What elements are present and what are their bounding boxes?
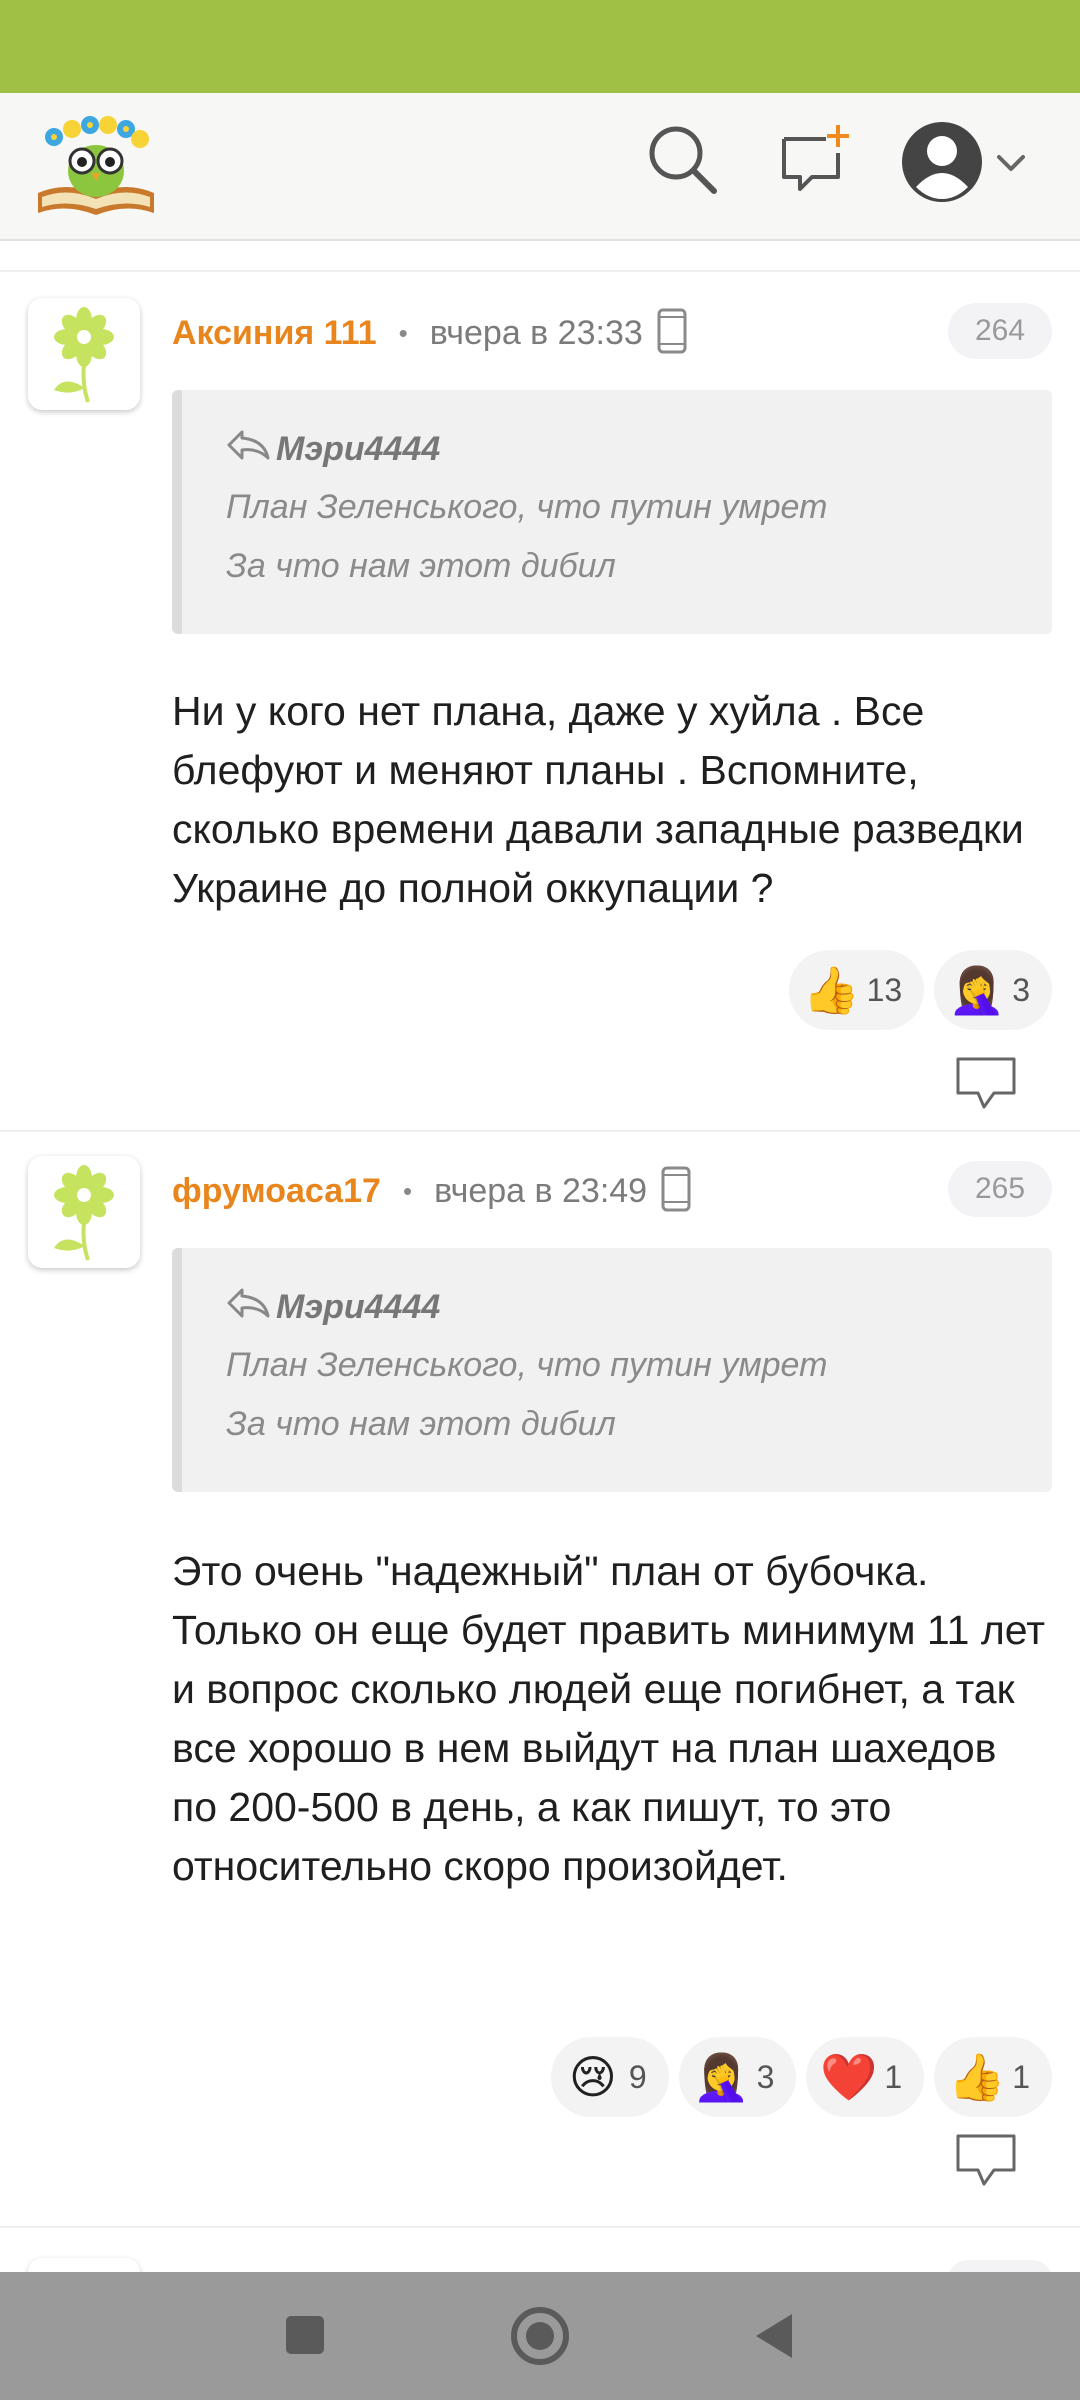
mobile-device-icon xyxy=(657,308,687,359)
reactions-bar: 😢 9 🤦‍♀️ 3 ❤️ 1 👍 1 xyxy=(550,2037,1052,2117)
site-logo[interactable] xyxy=(32,107,160,225)
app-header xyxy=(0,93,1080,241)
meta-separator: • xyxy=(402,1175,413,1206)
facepalm-icon: 🤦‍♀️ xyxy=(948,962,1006,1017)
reactions-bar: 👍 13 🤦‍♀️ 3 xyxy=(788,950,1052,1030)
quote-line: План Зеленського, что путин умрет xyxy=(226,488,828,526)
crying-face-icon: 😢 xyxy=(568,2050,617,2104)
quote-line: План Зеленського, что путин умрет xyxy=(226,1346,828,1384)
comment: фрумоаса17 • вчера в 23:49 265 Мэри4444 … xyxy=(0,1132,1080,2228)
reaction-count: 1 xyxy=(884,2058,903,2095)
quote-block[interactable]: Мэри4444 План Зеленського, что путин умр… xyxy=(172,1248,1052,1492)
home-icon[interactable] xyxy=(510,2304,570,2373)
reaction-heart[interactable]: ❤️ 1 xyxy=(806,2037,925,2117)
reaction-count: 3 xyxy=(756,2058,775,2095)
back-icon[interactable] xyxy=(752,2306,796,2371)
quote-author: Мэри4444 xyxy=(276,430,441,468)
recent-apps-icon[interactable] xyxy=(284,2306,328,2371)
comment-meta: фрумоаса17 • вчера в 23:49 xyxy=(172,1166,691,1216)
thumbs-up-icon: 👍 xyxy=(802,962,860,1017)
search-icon[interactable] xyxy=(646,123,720,197)
quote-author: Мэри4444 xyxy=(276,1288,441,1326)
thumbs-up-icon: 👍 xyxy=(948,2049,1006,2104)
reaction-facepalm[interactable]: 🤦‍♀️ 3 xyxy=(678,2037,797,2117)
facepalm-icon: 🤦‍♀️ xyxy=(692,2049,750,2104)
reply-comment-icon[interactable] xyxy=(954,1055,1018,1111)
heart-icon: ❤️ xyxy=(820,2049,878,2104)
comment-meta: Аксиния 111 • вчера в 23:33 xyxy=(172,308,687,358)
comment-author[interactable]: фрумоаса17 xyxy=(172,1172,381,1211)
reaction-count: 3 xyxy=(1012,971,1030,1008)
comment-number[interactable]: 265 xyxy=(948,1161,1052,1217)
reaction-thumbs-up[interactable]: 👍 13 xyxy=(788,950,925,1030)
reply-arrow-icon xyxy=(226,1286,276,1329)
reaction-crying[interactable]: 😢 9 xyxy=(550,2037,669,2117)
comment-text: Ни у кого нет плана, даже у хуйла . Все … xyxy=(172,688,1024,911)
meta-separator: • xyxy=(398,317,408,348)
status-bar xyxy=(0,0,1080,93)
comment-time[interactable]: вчера в 23:49 xyxy=(434,1172,647,1211)
quote-author-row: Мэри4444 xyxy=(226,428,440,471)
user-avatar[interactable] xyxy=(28,1156,140,1268)
new-topic-icon[interactable] xyxy=(778,123,852,197)
user-avatar[interactable] xyxy=(28,298,140,410)
comment-text: Это очень "надежный" план от бубочка. То… xyxy=(172,1548,1045,1889)
user-menu-button[interactable] xyxy=(900,117,1035,207)
next-comment-peek xyxy=(0,2254,1080,2272)
system-nav-bar xyxy=(0,2272,1080,2400)
quote-block[interactable]: Мэри4444 План Зеленського, что путин умр… xyxy=(172,390,1052,634)
comment-number[interactable]: 264 xyxy=(948,303,1052,359)
reaction-count: 9 xyxy=(628,2058,647,2095)
reaction-facepalm[interactable]: 🤦‍♀️ 3 xyxy=(934,950,1052,1030)
quote-line: За что нам этот дибил xyxy=(226,547,616,585)
quote-line: За что нам этот дибил xyxy=(226,1405,616,1443)
comment: Аксиния 111 • вчера в 23:33 264 Мэри4444… xyxy=(0,272,1080,1132)
reply-comment-icon[interactable] xyxy=(954,2132,1018,2188)
reaction-count: 1 xyxy=(1012,2058,1030,2095)
reaction-thumbs-up[interactable]: 👍 1 xyxy=(934,2037,1052,2117)
comment-author[interactable]: Аксиния 111 xyxy=(172,314,377,353)
quote-author-row: Мэри4444 xyxy=(226,1286,440,1329)
reply-arrow-icon xyxy=(226,428,276,471)
mobile-device-icon xyxy=(661,1166,691,1217)
reaction-count: 13 xyxy=(866,971,903,1008)
comment-time[interactable]: вчера в 23:33 xyxy=(430,314,643,353)
